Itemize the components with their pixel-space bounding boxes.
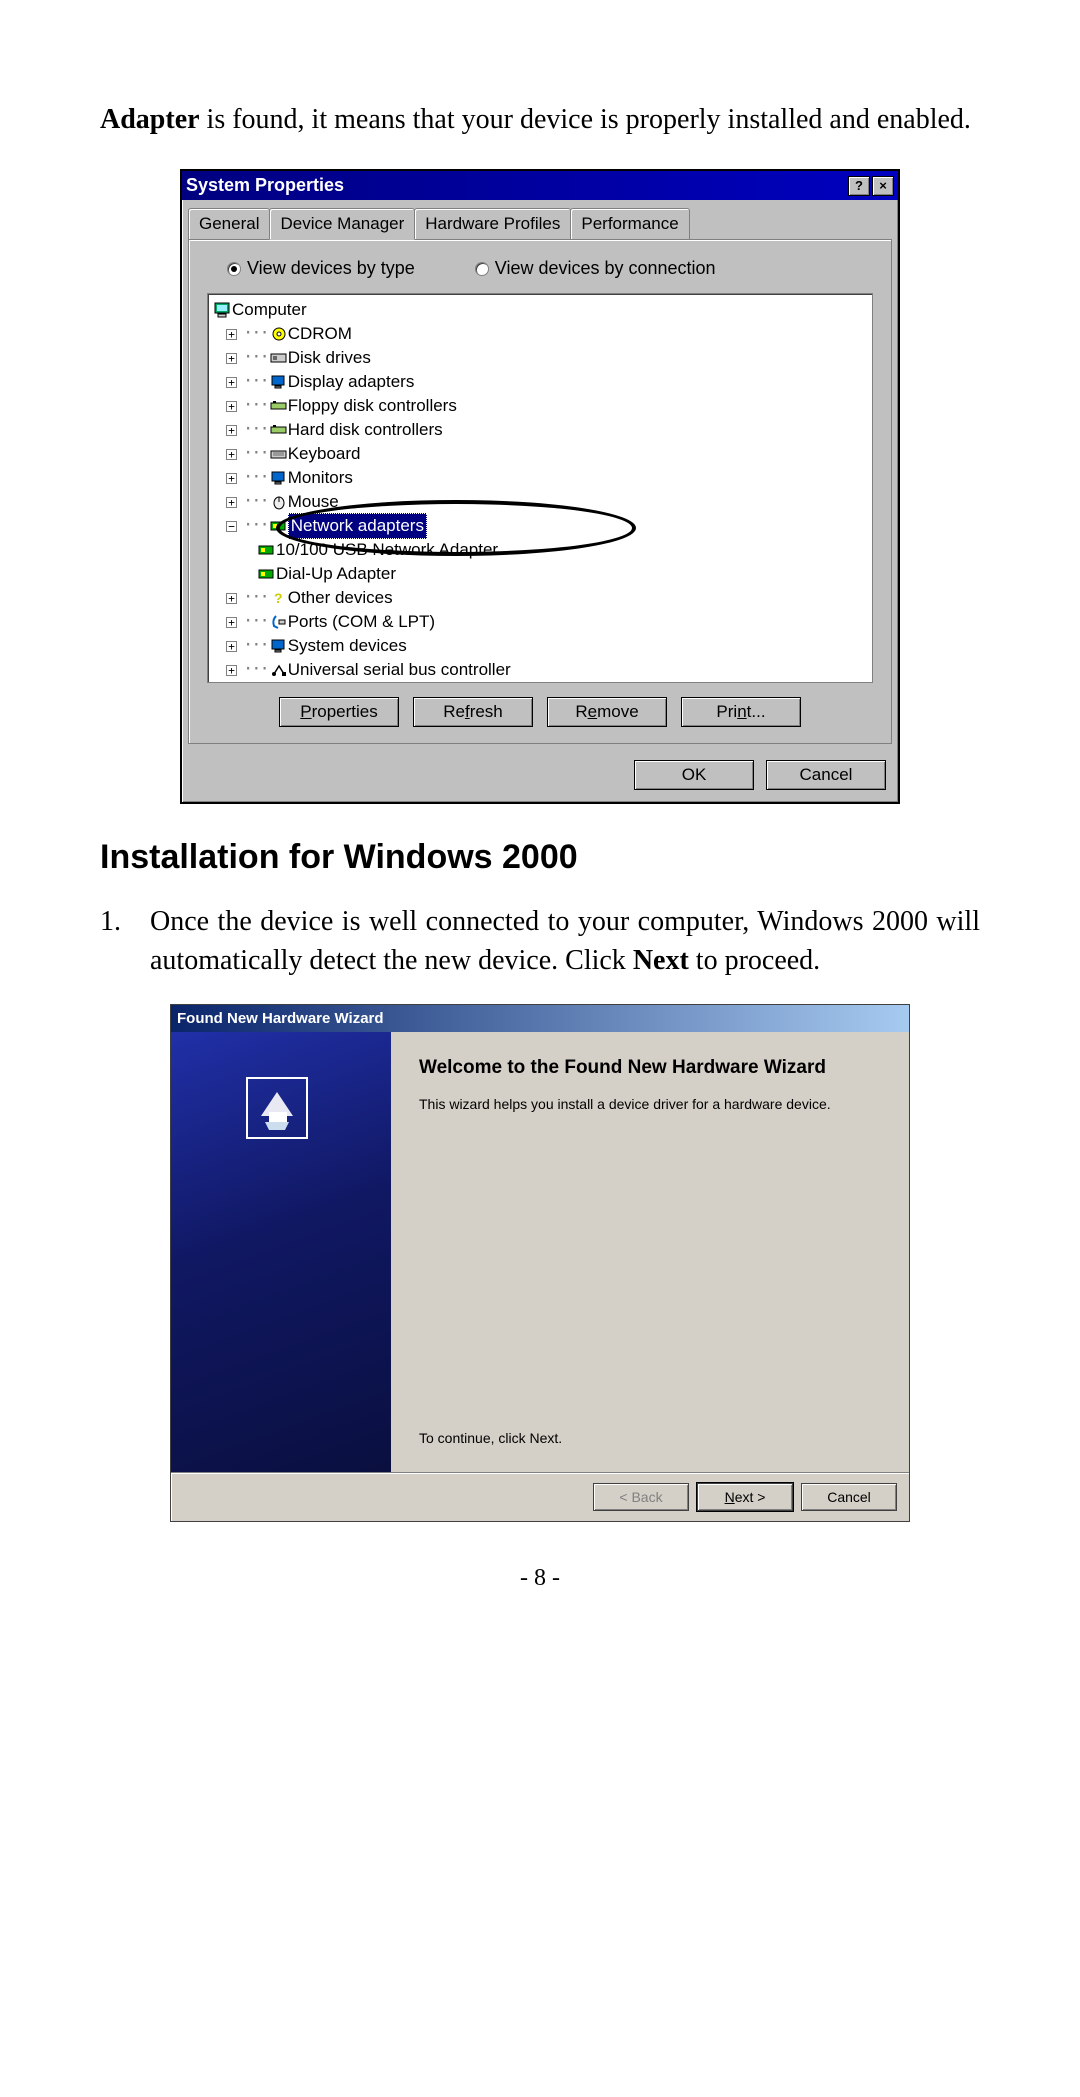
minus-icon[interactable]: −	[226, 521, 237, 532]
plus-icon[interactable]: +	[226, 473, 237, 484]
plus-icon[interactable]: +	[226, 449, 237, 460]
controller-icon	[270, 422, 288, 438]
plus-icon[interactable]: +	[226, 353, 237, 364]
titlebar: System Properties ? ×	[182, 171, 898, 200]
radio-view-by-connection[interactable]: View devices by connection	[475, 256, 716, 281]
tab-hardware-profiles[interactable]: Hardware Profiles	[414, 208, 571, 239]
properties-button[interactable]: Properties	[279, 697, 399, 727]
window-title: System Properties	[186, 173, 344, 198]
tab-strip: General Device Manager Hardware Profiles…	[182, 200, 898, 239]
tree-item[interactable]: +···Ports (COM & LPT)	[214, 610, 866, 634]
plus-icon[interactable]: +	[226, 377, 237, 388]
cdrom-icon	[270, 326, 288, 342]
plus-icon[interactable]: +	[226, 665, 237, 676]
radio-view-by-type[interactable]: View devices by type	[227, 256, 415, 281]
display-icon	[270, 374, 288, 390]
nic-icon	[258, 566, 276, 582]
remove-button[interactable]: Remove	[547, 697, 667, 727]
tree-item[interactable]: +···Mouse	[214, 490, 866, 514]
plus-icon[interactable]: +	[226, 425, 237, 436]
plus-icon[interactable]: +	[226, 401, 237, 412]
mouse-icon	[270, 494, 288, 510]
tree-item[interactable]: +···Keyboard	[214, 442, 866, 466]
display-icon	[270, 470, 288, 486]
step-text-bold: Next	[633, 945, 689, 976]
plus-icon[interactable]: +	[226, 617, 237, 628]
wizard-heading: Welcome to the Found New Hardware Wizard	[419, 1056, 881, 1081]
tab-general[interactable]: General	[188, 208, 270, 239]
wizard-text: This wizard helps you install a device d…	[419, 1095, 881, 1115]
usb-icon	[270, 662, 288, 678]
tree-item[interactable]: +···System devices	[214, 634, 866, 658]
tree-item[interactable]: +···Floppy disk controllers	[214, 394, 866, 418]
tab-panel: View devices by type View devices by con…	[188, 239, 892, 744]
intro-bold: Adapter	[100, 104, 200, 135]
plus-icon[interactable]: +	[226, 329, 237, 340]
tree-item[interactable]: +···CDROM	[214, 322, 866, 346]
page-number: - 8 -	[100, 1562, 980, 1596]
cancel-button[interactable]: Cancel	[801, 1483, 897, 1511]
step-text-pre: Once the device is well connected to you…	[150, 906, 980, 976]
computer-icon	[214, 302, 232, 318]
tab-performance[interactable]: Performance	[570, 208, 689, 239]
ok-button[interactable]: OK	[634, 760, 754, 790]
intro-paragraph: Adapter is found, it means that your dev…	[100, 100, 980, 139]
wizard-continue-text: To continue, click Next.	[419, 1429, 881, 1449]
tab-device-manager[interactable]: Device Manager	[269, 208, 415, 240]
nic-icon	[258, 542, 276, 558]
tree-item[interactable]: +···Monitors	[214, 466, 866, 490]
question-icon: ?	[270, 590, 288, 606]
section-heading: Installation for Windows 2000	[100, 834, 980, 882]
radio-dot-icon	[227, 262, 241, 276]
tree-item[interactable]: +···Disk drives	[214, 346, 866, 370]
nic-icon	[270, 518, 288, 534]
step-1: 1. Once the device is well connected to …	[100, 902, 980, 980]
hardware-icon	[241, 1072, 313, 1144]
plus-icon[interactable]: +	[226, 641, 237, 652]
found-new-hardware-wizard: Found New Hardware Wizard Welcome to the…	[170, 1004, 910, 1522]
wizard-main: Welcome to the Found New Hardware Wizard…	[391, 1032, 909, 1472]
keyboard-icon	[270, 446, 288, 462]
step-number: 1.	[100, 902, 150, 980]
wizard-sidebar	[171, 1032, 391, 1472]
disk-icon	[270, 350, 288, 366]
tree-item-usb-network-adapter[interactable]: 10/100 USB Network Adapter	[214, 538, 866, 562]
plus-icon[interactable]: +	[226, 497, 237, 508]
help-button[interactable]: ?	[848, 176, 870, 196]
radio-empty-icon	[475, 262, 489, 276]
tree-item-network-adapters[interactable]: −···Network adapters	[214, 514, 866, 538]
svg-text:?: ?	[274, 590, 283, 606]
tree-item[interactable]: +···Hard disk controllers	[214, 418, 866, 442]
print-button[interactable]: Print...	[681, 697, 801, 727]
display-icon	[270, 638, 288, 654]
next-button[interactable]: Next >	[697, 1483, 793, 1511]
device-tree[interactable]: Computer +···CDROM +···Disk drives +···D…	[207, 293, 873, 683]
tree-item[interactable]: +···?Other devices	[214, 586, 866, 610]
system-properties-dialog: System Properties ? × General Device Man…	[180, 169, 900, 804]
plus-icon[interactable]: +	[226, 593, 237, 604]
close-button[interactable]: ×	[872, 176, 894, 196]
controller-icon	[270, 398, 288, 414]
step-text-post: to proceed.	[689, 945, 820, 976]
wizard-titlebar: Found New Hardware Wizard	[171, 1005, 909, 1032]
tree-root[interactable]: Computer	[214, 298, 866, 322]
refresh-button[interactable]: Refresh	[413, 697, 533, 727]
tree-item[interactable]: +···Display adapters	[214, 370, 866, 394]
ports-icon	[270, 614, 288, 630]
tree-item[interactable]: +···Universal serial bus controller	[214, 658, 866, 682]
intro-rest: is found, it means that your device is p…	[200, 104, 971, 135]
back-button: < Back	[593, 1483, 689, 1511]
tree-item-dialup-adapter[interactable]: Dial-Up Adapter	[214, 562, 866, 586]
cancel-button[interactable]: Cancel	[766, 760, 886, 790]
